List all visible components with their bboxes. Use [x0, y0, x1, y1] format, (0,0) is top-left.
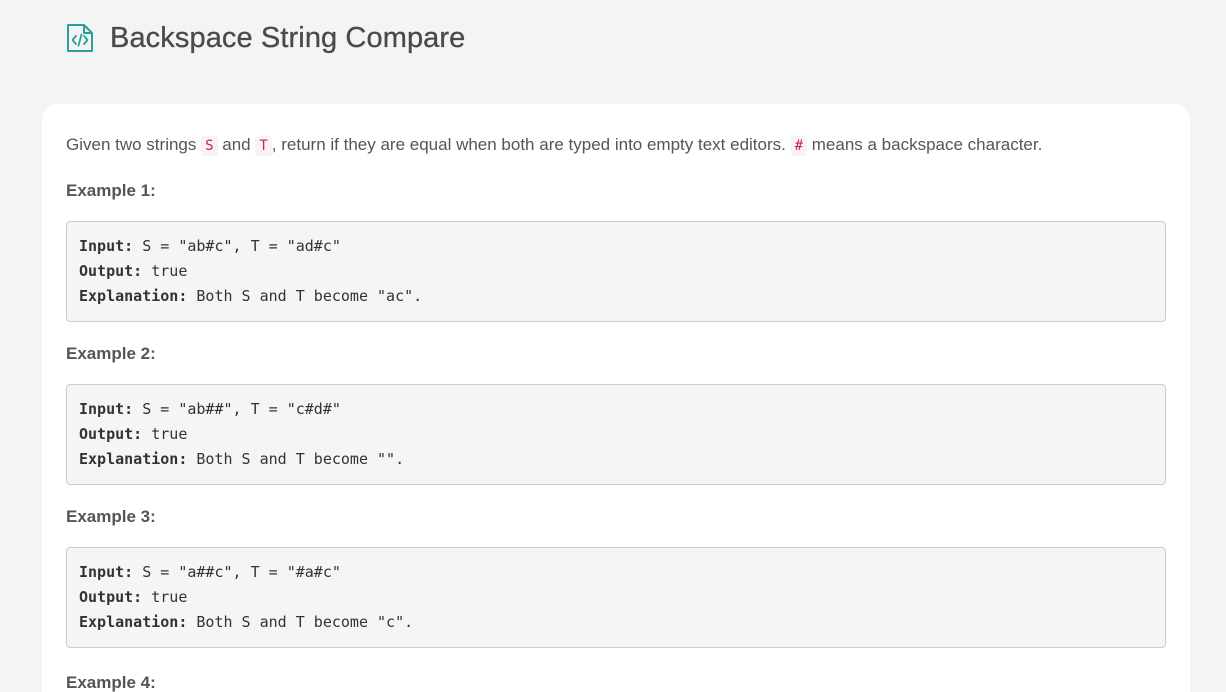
example-1-title: Example 1:: [66, 181, 156, 200]
input-line: Input: S = "a##c", T = "#a#c": [79, 560, 1153, 585]
example-4-title: Example 4:: [66, 673, 156, 692]
description-text: Given two strings: [66, 135, 202, 154]
output-label: Output:: [79, 588, 143, 606]
inline-code-t: T: [255, 136, 272, 156]
inline-code-s: S: [201, 136, 218, 156]
example-1-code-block: Input: S = "ab#c", T = "ad#c" Output: tr…: [66, 221, 1166, 322]
problem-card: Given two strings S and T, return if the…: [42, 104, 1190, 692]
output-line: Output: true: [79, 259, 1153, 284]
input-value: S = "ab#c", T = "ad#c": [133, 237, 341, 255]
example-2-code-block: Input: S = "ab##", T = "c#d#" Output: tr…: [66, 384, 1166, 485]
input-label: Input:: [79, 400, 134, 418]
output-value: true: [142, 262, 188, 280]
explanation-label: Explanation:: [79, 450, 188, 468]
example-2-title: Example 2:: [66, 344, 156, 363]
description-text: and: [217, 135, 256, 154]
explanation-value: Both S and T become "ac".: [187, 287, 423, 305]
output-value: true: [142, 588, 188, 606]
explanation-label: Explanation:: [79, 287, 188, 305]
explanation-line: Explanation: Both S and T become "".: [79, 447, 1153, 472]
code-file-icon: [67, 24, 93, 52]
explanation-line: Explanation: Both S and T become "ac".: [79, 284, 1153, 309]
output-label: Output:: [79, 262, 143, 280]
input-value: S = "ab##", T = "c#d#": [133, 400, 341, 418]
explanation-line: Explanation: Both S and T become "c".: [79, 610, 1153, 635]
description-text: , return if they are equal when both are…: [271, 135, 791, 154]
problem-description: Given two strings S and T, return if the…: [66, 132, 1166, 159]
input-line: Input: S = "ab##", T = "c#d#": [79, 397, 1153, 422]
output-label: Output:: [79, 425, 143, 443]
description-text: means a backspace character.: [807, 135, 1043, 154]
example-3-code-block: Input: S = "a##c", T = "#a#c" Output: tr…: [66, 547, 1166, 648]
explanation-label: Explanation:: [79, 613, 188, 631]
output-line: Output: true: [79, 585, 1153, 610]
output-value: true: [142, 425, 188, 443]
explanation-value: Both S and T become "c".: [187, 613, 414, 631]
input-line: Input: S = "ab#c", T = "ad#c": [79, 234, 1153, 259]
page-header: Backspace String Compare: [66, 18, 465, 58]
input-label: Input:: [79, 237, 134, 255]
explanation-value: Both S and T become "".: [187, 450, 405, 468]
example-3-title: Example 3:: [66, 507, 156, 526]
input-value: S = "a##c", T = "#a#c": [133, 563, 341, 581]
inline-code-hash: #: [790, 136, 808, 156]
output-line: Output: true: [79, 422, 1153, 447]
page-title: Backspace String Compare: [110, 21, 466, 54]
input-label: Input:: [79, 563, 134, 581]
